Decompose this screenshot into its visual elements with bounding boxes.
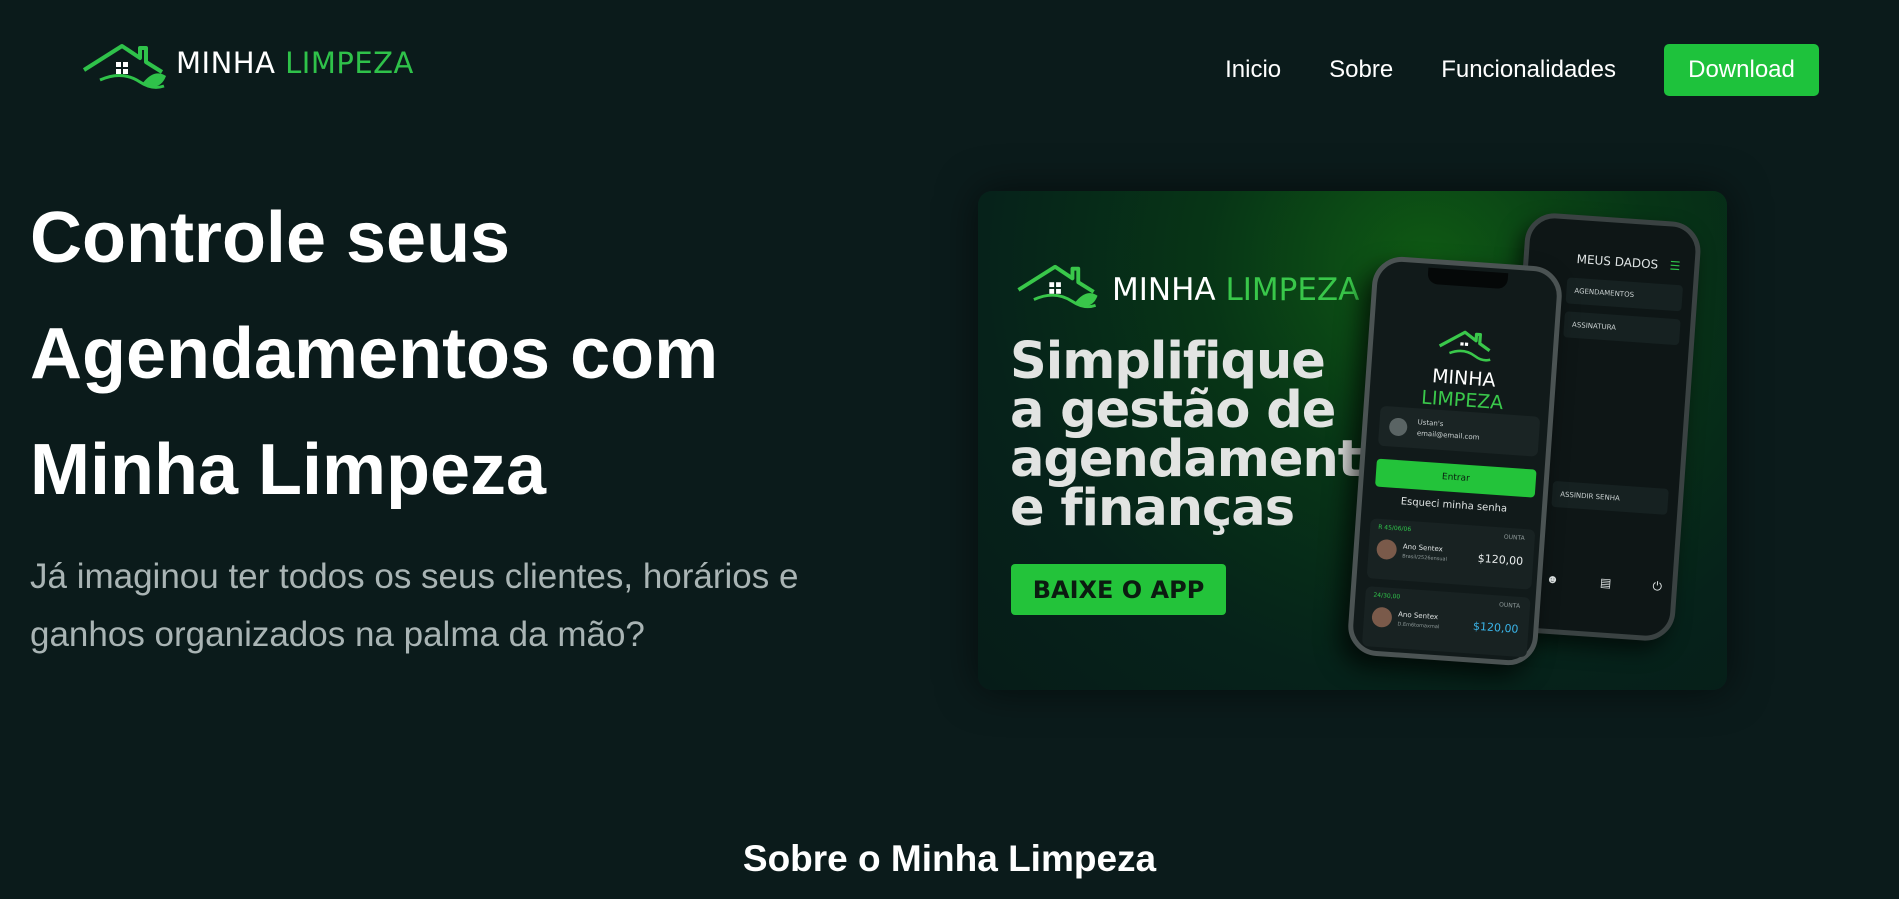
nav-link-funcionalidades[interactable]: Funcionalidades [1441,56,1616,84]
phone-back-title: MEUS DADOS [1576,251,1659,272]
house-leaf-logo-icon [82,44,166,89]
card-amount: $120,00 [1472,619,1519,636]
site-logo[interactable]: MINHA LIMPEZA [82,40,414,96]
navbar: MINHA LIMPEZA Inicio Sobre Funcionalidad… [0,0,1899,140]
logo-text: MINHA LIMPEZA [176,46,414,80]
logo-word-limpeza: LIMPEZA [285,46,414,80]
hero-subtitle: Já imaginou ter todos os seus clientes, … [30,548,890,664]
power-icon: ⏻ [1652,579,1663,594]
banner-logo-text: MINHA LIMPEZA [1112,272,1359,308]
download-button[interactable]: Download [1664,44,1819,96]
hero-title-line-2: Agendamentos com [30,314,719,394]
banner-heading-line-4: e finanças [1010,479,1295,538]
banner-download-app-button: BAIXE O APP [1011,564,1226,615]
hero-subtitle-line-2: ganhos organizados na palma da mão? [30,615,645,654]
nav-link-inicio[interactable]: Inicio [1225,56,1281,84]
hero-title-line-1: Controle seus [30,198,511,278]
phone-user-lines: Ustan's email@email.com [1416,417,1480,443]
card-tag: 24/30,00 [1373,591,1401,601]
phone-front-logo: MINHA LIMPEZA [1387,323,1542,416]
promo-banner-image: MINHA LIMPEZA Simplifique a gestão de ag… [978,191,1727,690]
hero-title-line-3: Minha Limpeza [30,430,547,510]
house-leaf-logo-icon [1438,330,1491,362]
client-avatar [1375,538,1398,561]
client-avatar [1371,606,1393,628]
document-icon: ▤ [1599,575,1612,591]
phone-mockup-front: MINHA LIMPEZA Ustan's email@email.com En… [1346,254,1564,668]
section-title-sobre: Sobre o Minha Limpeza [742,838,1157,879]
card-client-sub: D.Em6tomaxmal [1397,621,1440,631]
nav-link-sobre[interactable]: Sobre [1329,56,1393,84]
card-count: OUNTA [1498,601,1521,610]
banner-logo-word-limpeza: LIMPEZA [1225,272,1360,308]
banner-heading: Simplifique a gestão de agendamentos e f… [1010,336,1426,534]
phone-back-row: ASSINATURA [1563,311,1681,346]
card-count: OUNTA [1503,533,1526,543]
card-tag: R 45/06/06 [1377,523,1412,534]
logo-word-minha: MINHA [176,46,276,80]
phone-appointment-card: 24/30,00 Ano Sentex D.Em6tomaxmal OUNTA … [1361,586,1531,658]
hero-subtitle-line-1: Já imaginou ter todos os seus clientes, … [30,557,799,596]
hero-title: Controle seus Agendamentos com Minha Lim… [30,180,930,528]
phone-notch [1427,267,1509,290]
user-icon: ☻ [1545,571,1560,587]
nav-links: Inicio Sobre Funcionalidades Download [1177,44,1819,96]
phone-appointment-card: R 45/06/06 Ano Sentex Brasil/2526ensual … [1366,518,1536,590]
card-client-sub: Brasil/2526ensual [1401,553,1448,563]
menu-icon: ☰ [1669,258,1681,274]
phone-back-bottom-bar: ☻ ▤ ⏻ [1546,572,1663,595]
phone-enter-button: Entrar [1375,458,1537,498]
house-leaf-logo-icon [1017,264,1098,309]
phone-forgot-password: Esqueci minha senha [1400,496,1508,515]
banner-logo-word-minha: MINHA [1112,272,1216,308]
card-client-name: Ano Sentex [1397,610,1439,622]
banner-logo: MINHA LIMPEZA [1010,261,1359,315]
user-avatar-icon [1388,417,1408,437]
card-amount: $120,00 [1477,551,1524,568]
phone-back-row: AGENDAMENTOS [1565,277,1684,312]
card-client-name: Ano Sentex [1402,542,1444,554]
phone-back-row: ASSINDIR SENHA [1551,480,1669,515]
